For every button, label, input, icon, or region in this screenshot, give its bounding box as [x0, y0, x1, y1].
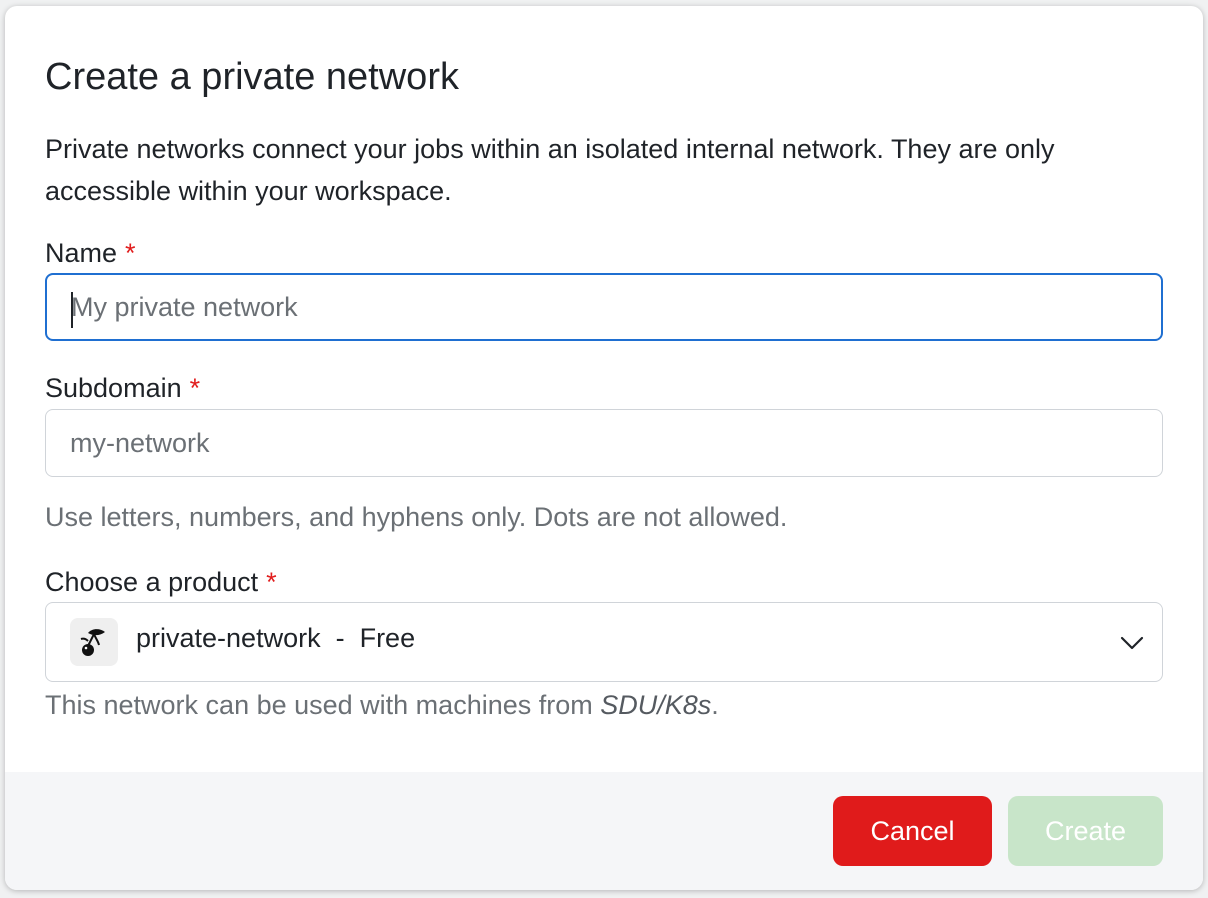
dialog-title: Create a private network: [45, 56, 459, 98]
create-private-network-dialog: Create a private network Private network…: [5, 6, 1203, 890]
selected-product-name: private-network: [136, 623, 321, 653]
product-label-text: Choose a product: [45, 567, 259, 597]
product-required-marker: *: [266, 567, 277, 597]
subdomain-label-text: Subdomain: [45, 373, 182, 403]
chevron-down-icon: [1120, 636, 1144, 650]
text-caret: [71, 292, 73, 328]
product-hint: This network can be used with machines f…: [45, 690, 719, 721]
dialog-description: Private networks connect your jobs withi…: [45, 134, 1055, 206]
product-hint-provider: SDU/K8s: [600, 690, 712, 720]
selected-product: private-network - Free: [136, 623, 415, 654]
selected-product-separator: -: [320, 623, 360, 653]
product-select[interactable]: private-network - Free: [45, 602, 1163, 682]
name-label-text: Name: [45, 238, 118, 268]
product-label: Choose a product *: [45, 567, 277, 598]
product-hint-suffix: .: [711, 690, 719, 720]
dialog-footer: Cancel Create: [5, 772, 1203, 890]
cherry-icon: [70, 618, 118, 666]
name-input[interactable]: [45, 273, 1163, 341]
subdomain-hint: Use letters, numbers, and hyphens only. …: [45, 502, 788, 532]
cancel-button[interactable]: Cancel: [833, 796, 992, 866]
subdomain-required-marker: *: [189, 373, 201, 403]
selected-product-price: Free: [359, 623, 416, 653]
name-required-marker: *: [125, 238, 136, 268]
subdomain-label: Subdomain *: [45, 373, 200, 404]
name-label: Name *: [45, 238, 136, 269]
create-button[interactable]: Create: [1008, 796, 1163, 866]
product-hint-prefix: This network can be used with machines f…: [45, 690, 601, 720]
subdomain-input[interactable]: [45, 409, 1163, 477]
